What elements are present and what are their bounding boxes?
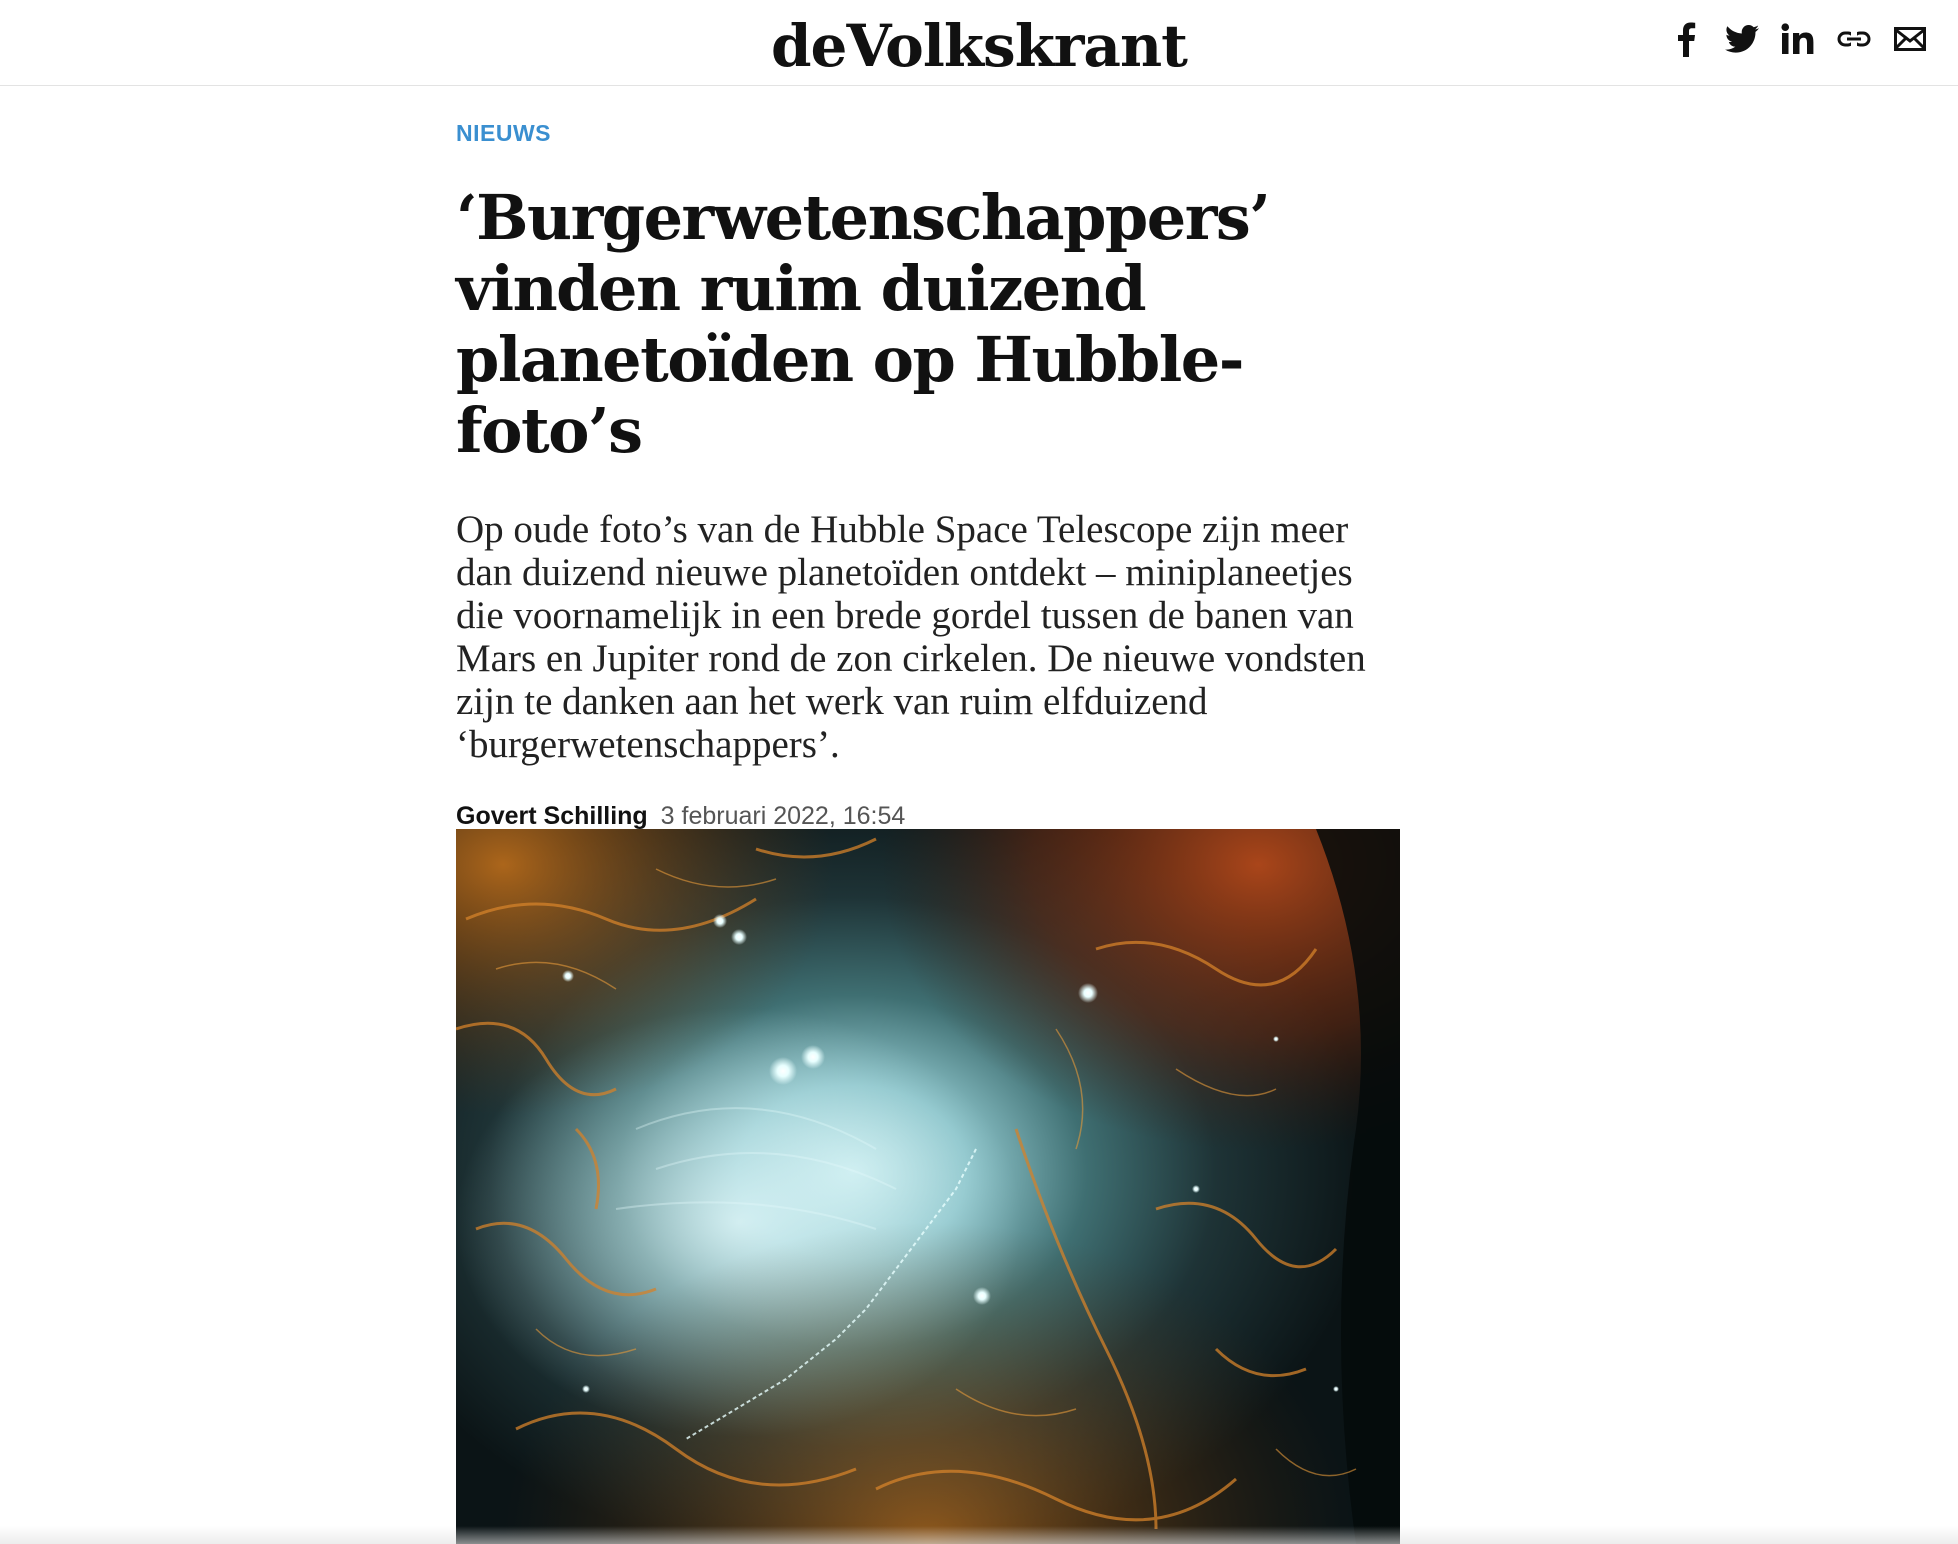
- section-label[interactable]: NIEUWS: [456, 120, 1400, 160]
- article-header: NIEUWS ‘Burgerwetenschappers’ vinden rui…: [456, 120, 1400, 831]
- facebook-share-button[interactable]: [1668, 18, 1704, 60]
- site-header: deVolkskrant: [0, 0, 1958, 86]
- bottom-edge: [0, 1526, 1958, 1544]
- mail-share-button[interactable]: [1892, 18, 1928, 60]
- link-icon: [1837, 31, 1871, 47]
- linkedin-icon: [1781, 23, 1814, 54]
- article-headline: ‘Burgerwetenschappers’ vinden ruim duize…: [456, 181, 1271, 467]
- author-name[interactable]: Govert Schilling: [456, 802, 648, 830]
- hero-image: [456, 829, 1400, 1544]
- site-logo[interactable]: deVolkskrant: [0, 6, 1958, 86]
- byline: Govert Schilling 3 februari 2022, 16:54: [456, 802, 1400, 831]
- mail-icon: [1894, 27, 1926, 51]
- article-lead: Op oude foto’s van de Hubble Space Teles…: [456, 508, 1366, 766]
- nebula-illustration: [456, 829, 1400, 1544]
- copy-link-button[interactable]: [1836, 18, 1872, 60]
- twitter-icon: [1725, 24, 1759, 53]
- facebook-icon: [1678, 22, 1696, 57]
- twitter-share-button[interactable]: [1724, 18, 1760, 60]
- linkedin-share-button[interactable]: [1780, 18, 1816, 60]
- share-bar: [1668, 18, 1928, 60]
- publish-date: 3 februari 2022, 16:54: [660, 802, 906, 830]
